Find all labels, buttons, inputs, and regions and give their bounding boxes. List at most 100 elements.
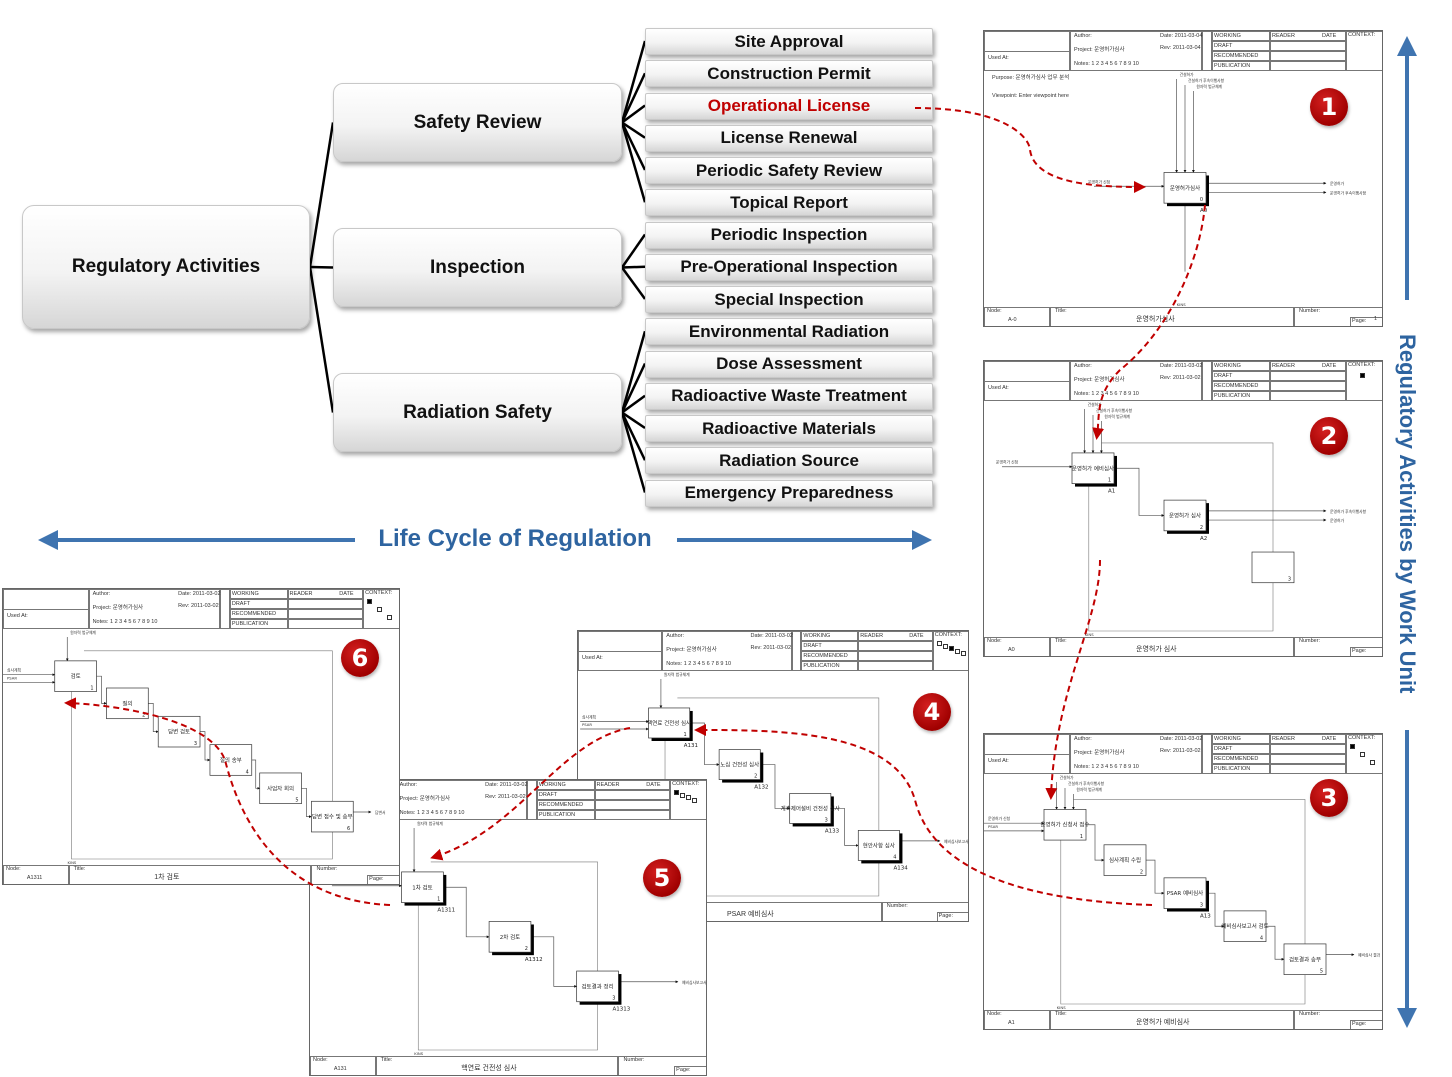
idef0-frame-6[interactable]: Used At: Author: Project: 운영허가심사 Notes: 1 2…: [2, 588, 400, 885]
reader-cell: [287, 599, 364, 609]
tree-item-radioactive-materials[interactable]: Radioactive Materials: [645, 415, 933, 442]
flow-arrow: [1086, 824, 1105, 862]
context-empty-square: [1370, 760, 1375, 765]
rev-label: Rev: 2011-03-02: [485, 794, 526, 800]
status-publication: PUBLICATION: [1214, 393, 1251, 399]
tree-item-topical-report[interactable]: Topical Report: [645, 189, 933, 217]
title-label: Title:: [380, 1057, 393, 1063]
output-label: 운영허가 후속이행사항: [1330, 190, 1367, 195]
tree-item-dose-assessment[interactable]: Dose Assessment: [645, 350, 933, 378]
title-label: Title:: [1055, 308, 1067, 314]
reader-label: READER: [1272, 736, 1295, 742]
reader-cell: [594, 790, 671, 800]
control-label: 건설허가 후속이행사항: [1068, 781, 1105, 786]
project-label: Project: 운영허가심사: [92, 605, 144, 611]
idef0-frame-3[interactable]: Used At: Author: Project: 운영허가심사 Notes: 1 2…: [983, 733, 1383, 1030]
activity-box-label: 운영허가심사: [1170, 184, 1200, 192]
notes-label: Notes: 1 2 3 4 5 6 7 8 9 10: [92, 619, 158, 625]
activity-box-number: 1: [1080, 834, 1083, 840]
tree-item-site-approval[interactable]: Site Approval: [645, 28, 933, 55]
used-at-row: [578, 651, 663, 671]
activity-box-label: 검토결과 정리: [582, 982, 614, 990]
context-filled-square: [1360, 373, 1365, 378]
activity-box-label: 답변 접수 및 송부: [312, 813, 353, 821]
node-value: A-0: [1008, 317, 1017, 323]
control-label: 원자력 법규체계: [664, 672, 690, 677]
activity-box-label: 핵연료 건전성 심사: [647, 719, 691, 727]
mechanism-bus: [1060, 840, 1306, 1005]
date-column-label: DATE: [909, 633, 924, 639]
number-label: Number:: [316, 866, 338, 872]
author-label: Author:: [1074, 33, 1092, 39]
tree-item-pre-operational-inspection[interactable]: Pre-Operational Inspection: [645, 253, 933, 281]
group-to-item-line: [621, 265, 646, 269]
control-label: 원자력 법규체계: [417, 821, 443, 826]
reader-cell: [1270, 51, 1346, 61]
flow-arrow: [1146, 859, 1165, 895]
node-value: A131: [333, 1066, 347, 1072]
step-badge-1: 1: [1310, 88, 1348, 126]
node-value: A0: [1008, 647, 1015, 653]
idef0-frame-2[interactable]: Used At: Author: Project: 운영허가심사 Notes: 1 2…: [983, 360, 1383, 657]
status-publication: PUBLICATION: [1214, 766, 1251, 772]
activity-box-number: 5: [295, 798, 298, 804]
author-label: Author:: [399, 782, 418, 788]
flow-arrow: [251, 759, 261, 790]
context-filled-square: [674, 790, 680, 795]
title-cell: [68, 865, 312, 884]
tree-item-operational-license[interactable]: Operational License: [645, 92, 933, 120]
tree-item-environmental-radiation[interactable]: Environmental Radiation: [645, 318, 933, 346]
context-empty-square: [936, 641, 942, 646]
activity-node-id: A134: [893, 865, 908, 871]
activity-box-label: 운영허가 심사: [1169, 511, 1201, 519]
reader-cell: [594, 810, 671, 820]
author-label: Author:: [1074, 363, 1092, 369]
activity-node-id: A1312: [525, 957, 543, 963]
mechanism-label: KINS: [67, 860, 76, 865]
idef0-frame-1[interactable]: Used At: Author: Project: 운영허가심사 Notes: 1 2…: [983, 30, 1383, 327]
tree-item-license-renewal[interactable]: License Renewal: [645, 124, 933, 152]
context-empty-square: [377, 607, 383, 612]
flow-arrow: [148, 702, 159, 734]
mechanism-label: KINS: [1085, 632, 1094, 637]
output-label: 운영허가: [1330, 518, 1344, 523]
step-badge-6: 6: [341, 639, 379, 677]
page-label: Page:: [938, 913, 953, 919]
status-publication: PUBLICATION: [538, 812, 576, 818]
tree-item-radioactive-waste-treatment[interactable]: Radioactive Waste Treatment: [645, 382, 933, 410]
tree-item-emergency-preparedness[interactable]: Emergency Preparedness: [645, 479, 933, 507]
work-unit-axis-label: Regulatory Activities by Work Unit: [1395, 334, 1420, 694]
tree-root-node[interactable]: Regulatory Activities: [22, 205, 310, 329]
rev-label: Rev: 2011-03-02: [750, 645, 792, 651]
reader-label: READER: [1272, 363, 1295, 369]
tree-group-safety-review[interactable]: Safety Review: [333, 83, 622, 162]
input-label: 운영허가 신청: [988, 816, 1011, 821]
used-at-row: [984, 381, 1070, 401]
tree-item-periodic-safety-review[interactable]: Periodic Safety Review: [645, 157, 933, 184]
activity-box-number: 2: [1140, 869, 1143, 875]
status-working: WORKING: [538, 782, 566, 788]
reader-cell: [1270, 391, 1346, 401]
context-filled-square: [367, 599, 373, 604]
activity-node-id: A1: [1108, 489, 1115, 495]
tree-item-special-inspection[interactable]: Special Inspection: [645, 286, 933, 313]
root-to-group-line: [308, 266, 335, 413]
reader-cell: [1270, 61, 1346, 71]
control-label: 원자력 법규체계: [1076, 787, 1102, 792]
activity-box-label: 검토: [71, 673, 81, 680]
date-column-label: DATE: [1322, 363, 1337, 369]
tree-item-radiation-source[interactable]: Radiation Source: [645, 447, 933, 475]
number-label: Number:: [623, 1057, 645, 1063]
tree-group-inspection[interactable]: Inspection: [333, 228, 622, 307]
context-empty-square: [680, 792, 686, 798]
number-label: Number:: [1299, 1011, 1321, 1017]
activity-box-number: 2: [525, 946, 528, 952]
reader-cell: [1270, 744, 1346, 754]
tree-item-construction-permit[interactable]: Construction Permit: [645, 60, 933, 88]
context-label: CONTEXT:: [672, 781, 700, 787]
tree-group-radiation-safety[interactable]: Radiation Safety: [333, 373, 622, 452]
mechanism-label: KINS: [414, 1051, 423, 1056]
notes-label: Notes: 1 2 3 4 5 6 7 8 9 10: [666, 661, 732, 667]
activity-box-label: 사업자 회의: [267, 784, 294, 792]
tree-item-periodic-inspection[interactable]: Periodic Inspection: [645, 221, 933, 249]
